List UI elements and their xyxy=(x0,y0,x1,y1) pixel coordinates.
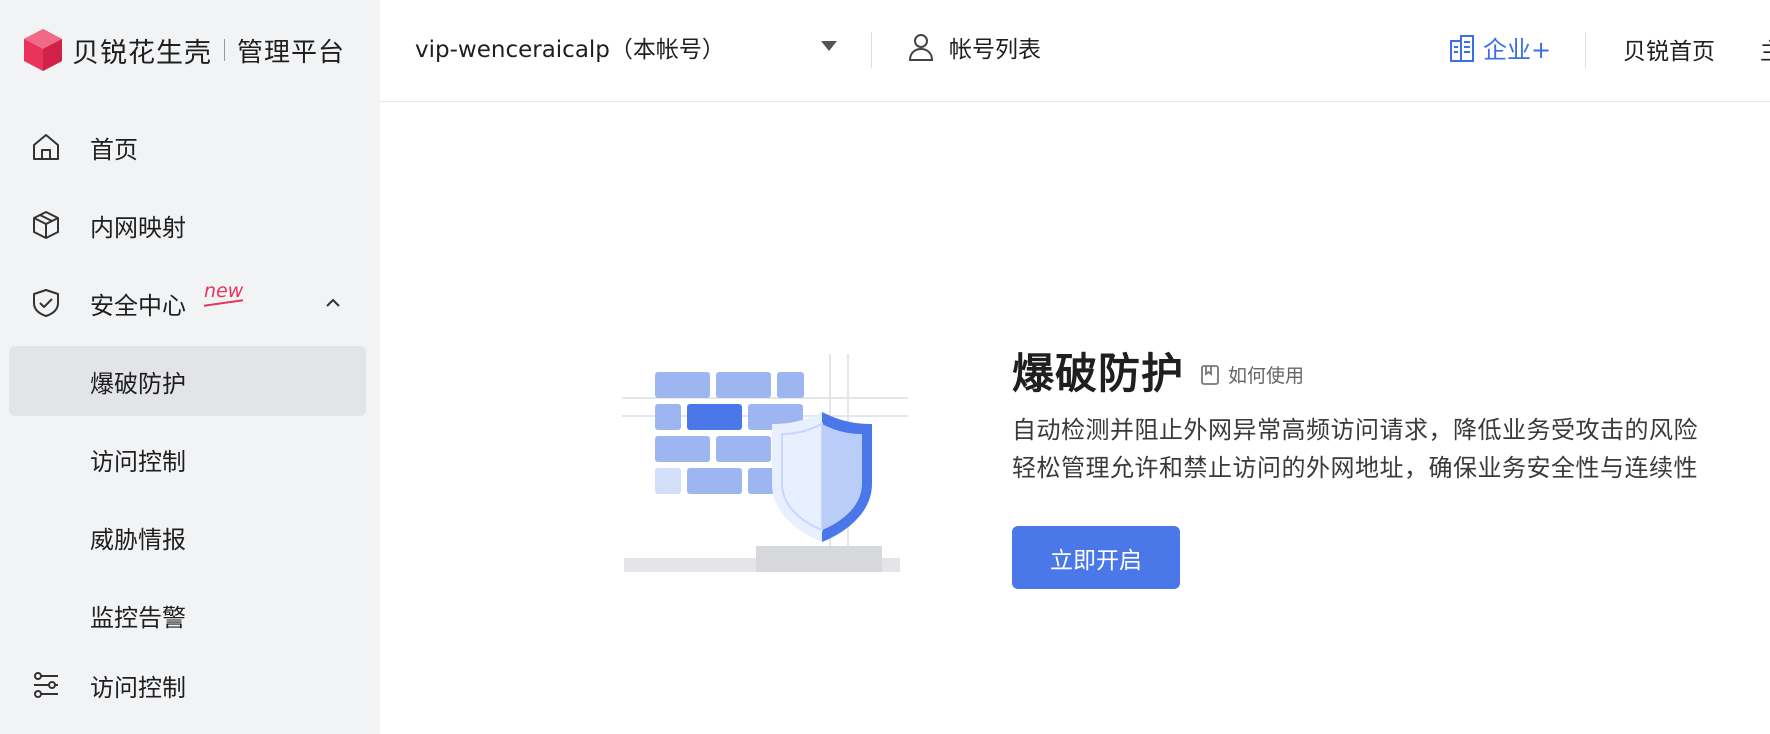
enterprise-plus-label: 企业+ xyxy=(1483,36,1552,64)
how-to-use-link[interactable]: 如何使用 xyxy=(1200,361,1304,388)
brand-logo[interactable]: 贝锐花生壳 管理平台 xyxy=(22,27,345,73)
sidebar-item-access-control[interactable]: 访问控制 xyxy=(0,650,380,720)
sidebar-item-label: 内网映射 xyxy=(90,213,186,242)
firewall-shield-illustration xyxy=(622,354,908,572)
sidebar-subitem-monitor-alert[interactable]: 监控告警 xyxy=(9,580,366,650)
new-badge: new xyxy=(204,280,244,302)
header-overflow-item[interactable]: 主 xyxy=(1760,32,1770,66)
account-selector[interactable]: vip-wenceraicalp（本帐号） xyxy=(415,30,725,64)
header-divider xyxy=(1585,32,1586,68)
sidebar-subitem-access-control[interactable]: 访问控制 xyxy=(9,424,366,494)
sidebar-subitem-threat-intel[interactable]: 威胁情报 xyxy=(9,502,366,572)
cube-icon xyxy=(33,211,59,239)
enterprise-plus-link[interactable]: 企业+ xyxy=(1449,30,1551,65)
sidebar: 贝锐花生壳 管理平台 首页 内网映射 安全中心 new 爆破防护 访问控制 威胁… xyxy=(0,0,380,734)
chevron-up-icon[interactable] xyxy=(322,292,344,314)
how-to-use-label: 如何使用 xyxy=(1228,365,1305,387)
sidebar-item-home[interactable]: 首页 xyxy=(0,112,380,182)
oray-home-link[interactable]: 贝锐首页 xyxy=(1623,32,1715,66)
sidebar-item-port-mapping[interactable]: 内网映射 xyxy=(0,190,380,260)
account-list-label: 帐号列表 xyxy=(949,37,1041,63)
brand-subtitle: 管理平台 xyxy=(237,37,346,68)
top-header: vip-wenceraicalp（本帐号） 帐号列表 企业+ 贝锐首页 主 xyxy=(380,0,1770,102)
building-icon xyxy=(1450,34,1474,62)
sidebar-item-label: 安全中心 xyxy=(90,291,186,320)
caret-down-icon[interactable] xyxy=(821,41,837,51)
account-list-link[interactable]: 帐号列表 xyxy=(908,30,1041,64)
home-icon xyxy=(33,134,59,160)
shield-check-icon xyxy=(33,289,59,317)
page-title: 爆破防护 xyxy=(1012,349,1185,398)
brand-divider xyxy=(224,39,225,61)
sidebar-subitem-label: 爆破防护 xyxy=(90,369,186,398)
sidebar-subitem-brute-force[interactable]: 爆破防护 xyxy=(9,346,366,416)
feature-title-row: 爆破防护 如何使用 xyxy=(1012,340,1304,401)
feature-description-line-1: 自动检测并阻止外网异常高频访问请求，降低业务受攻击的风险 xyxy=(1012,416,1698,444)
user-icon xyxy=(908,34,934,61)
sidebar-item-security-center[interactable]: 安全中心 new xyxy=(0,268,380,338)
enable-now-button[interactable]: 立即开启 xyxy=(1012,526,1180,589)
brand-logo-icon xyxy=(24,29,62,71)
book-icon xyxy=(1201,364,1219,385)
sliders-icon xyxy=(34,672,58,698)
sidebar-item-label: 访问控制 xyxy=(90,673,186,702)
sidebar-item-label: 首页 xyxy=(90,135,138,164)
sidebar-subitem-label: 访问控制 xyxy=(90,447,186,476)
sidebar-subitem-label: 监控告警 xyxy=(90,603,186,632)
brand-name: 贝锐花生壳 xyxy=(72,37,212,69)
app-root: 贝锐花生壳 管理平台 首页 内网映射 安全中心 new 爆破防护 访问控制 威胁… xyxy=(0,0,1770,734)
sidebar-subitem-label: 威胁情报 xyxy=(90,525,186,554)
feature-description-line-2: 轻松管理允许和禁止访问的外网地址，确保业务安全性与连续性 xyxy=(1012,454,1698,482)
header-divider xyxy=(871,32,872,68)
